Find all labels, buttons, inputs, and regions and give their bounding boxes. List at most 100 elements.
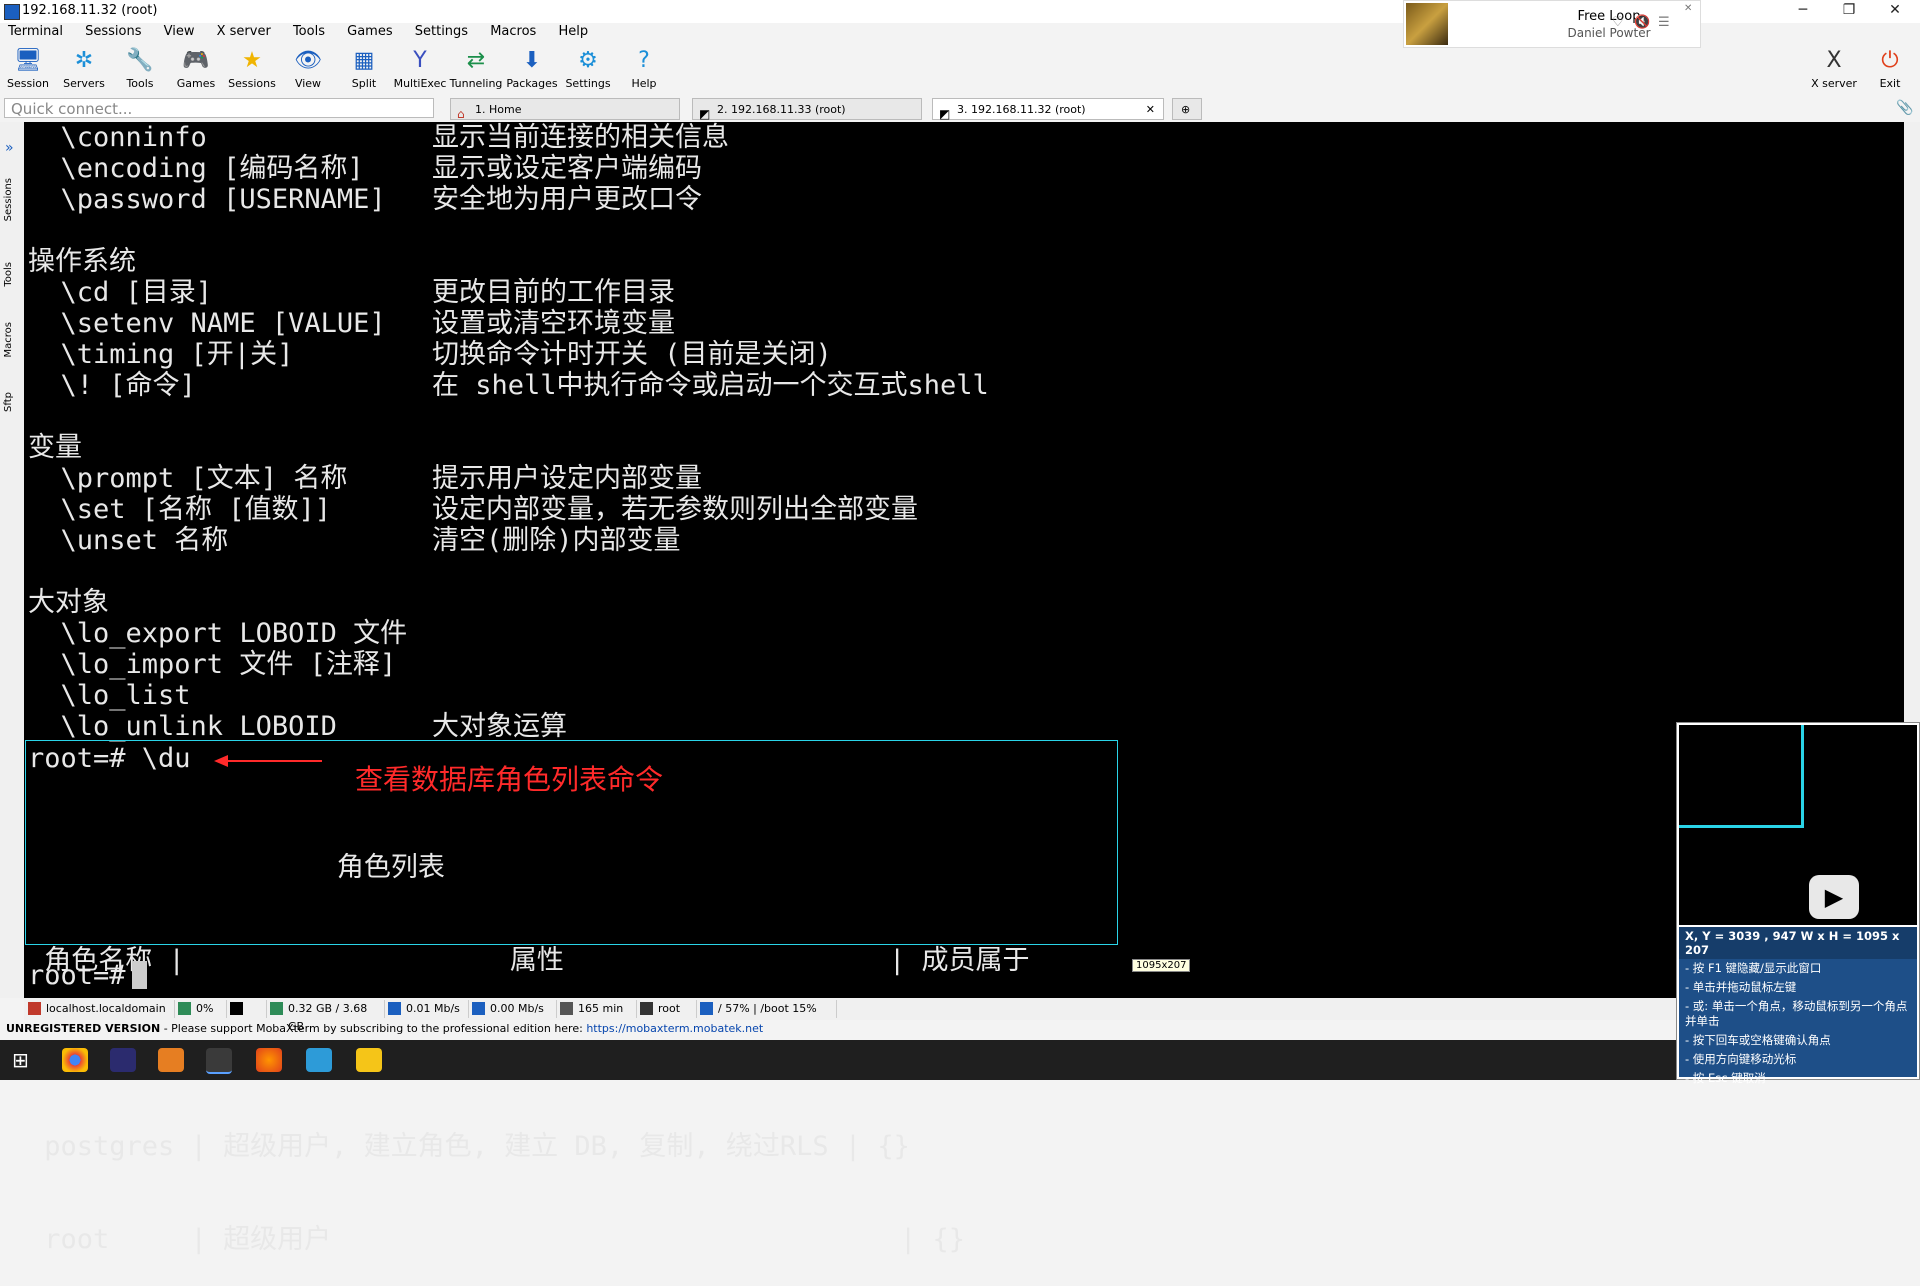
- terminal-line: 大对象: [28, 587, 1148, 618]
- status-text: 0.01 Mb/s: [406, 1002, 460, 1015]
- status-text: 165 min: [578, 1002, 624, 1015]
- menu-sessions[interactable]: Sessions: [85, 22, 141, 42]
- selection-size-tooltip: 1095x207: [1132, 959, 1191, 972]
- screenshot-tool-panel[interactable]: ▶ X, Y = 3039 , 947 W x H = 1095 x 207 -…: [1676, 722, 1920, 1085]
- side-tab-sessions[interactable]: Sessions: [3, 178, 14, 221]
- toolbar-servers-button[interactable]: ✲ Servers: [56, 43, 112, 90]
- menu-x-server[interactable]: X server: [217, 22, 271, 42]
- help-command: \lo_import 文件 [注释]: [28, 649, 397, 680]
- menu-macros[interactable]: Macros: [490, 22, 536, 42]
- status-bar: localhost.localdomain 0% 0.32 GB / 3.68 GB…: [24, 998, 1920, 1033]
- play-icon: ▶: [1809, 875, 1859, 919]
- close-window-button[interactable]: ✕: [1872, 0, 1918, 23]
- tip-line: - 使用方向键移动光标: [1685, 1052, 1797, 1066]
- windows-start-icon[interactable]: ⊞: [12, 1048, 38, 1072]
- toolbar-x-server-button[interactable]: X X server: [1806, 43, 1862, 90]
- app-icon-orange[interactable]: [158, 1048, 184, 1072]
- new-tab-button[interactable]: ⊕: [1172, 98, 1202, 120]
- help-command: \prompt [文本] 名称: [28, 463, 348, 494]
- intellij-icon[interactable]: [110, 1048, 136, 1072]
- toolbar-settings-button[interactable]: ⚙ Settings: [560, 43, 616, 90]
- music-widget[interactable]: Free Loop Daniel Powter ♡ 🔇 ☰ ✕: [1403, 0, 1701, 48]
- toolbar-tools-button[interactable]: 🔧 Tools: [112, 43, 168, 90]
- windows-taskbar: ⊞: [0, 1040, 1680, 1080]
- terminal-line: \unset 名称 清空(删除)内部变量: [28, 525, 1148, 556]
- attach-icon[interactable]: 📎: [1896, 100, 1913, 116]
- tunneling-icon: ⇄: [466, 48, 486, 73]
- menu-settings[interactable]: Settings: [415, 22, 468, 42]
- mobaxterm-taskbar-icon[interactable]: [206, 1048, 232, 1074]
- help-description: 更改目前的工作目录: [432, 277, 675, 308]
- toolbar: 🖥 Session ✲ Servers 🔧 Tools 🎮 Games ★ Sessions 👁 Vi…: [0, 43, 1920, 93]
- terminal-output: \conninfo 显示当前连接的相关信息 \encoding [编码名称] 显示或…: [28, 122, 1148, 742]
- heart-icon[interactable]: ♡: [1612, 15, 1624, 30]
- annotation-text: 查看数据库角色列表命令: [355, 763, 664, 796]
- tab-192-168-11-32[interactable]: ◩ 3. 192.168.11.32 (root) ✕: [932, 98, 1164, 121]
- shell-prompt[interactable]: root=#: [28, 960, 147, 991]
- song-artist: Daniel Powter: [1567, 26, 1651, 40]
- status-text: root: [658, 1002, 681, 1015]
- playlist-icon[interactable]: ☰: [1658, 15, 1670, 30]
- side-tab-macros[interactable]: Macros: [3, 322, 14, 357]
- host-icon: [28, 1002, 41, 1015]
- toolbar-packages-button[interactable]: ⬇ Packages: [504, 43, 560, 90]
- menu-tools[interactable]: Tools: [293, 22, 325, 42]
- xserver-icon: X: [1826, 48, 1842, 73]
- chrome-icon[interactable]: [62, 1048, 88, 1072]
- split-icon: ▦: [353, 48, 375, 73]
- toolbar-exit-button[interactable]: ⏻ Exit: [1862, 43, 1918, 90]
- menu-terminal[interactable]: Terminal: [8, 22, 63, 42]
- tab-192-168-11-33[interactable]: ◩ 2. 192.168.11.33 (root): [692, 98, 922, 121]
- tab-close-button[interactable]: ✕: [1146, 99, 1155, 121]
- toolbar-view-button[interactable]: 👁 View: [280, 43, 336, 90]
- minimize-button[interactable]: ─: [1780, 0, 1826, 23]
- session-icon: 🖥: [14, 48, 42, 73]
- terminal-line: \lo_export LOBOID 文件: [28, 618, 1148, 649]
- toolbar-label: MultiExec: [393, 77, 447, 90]
- side-tab-sftp[interactable]: Sftp: [3, 392, 14, 412]
- upload-icon: [388, 1002, 401, 1015]
- uptime-icon: [560, 1002, 573, 1015]
- restore-button[interactable]: ❐: [1826, 0, 1872, 23]
- mute-icon[interactable]: 🔇: [1634, 15, 1650, 30]
- expand-chevron-icon[interactable]: »: [5, 140, 14, 156]
- unregistered-label: UNREGISTERED VERSION: [6, 1022, 161, 1035]
- toolbar-split-button[interactable]: ▦ Split: [336, 43, 392, 90]
- close-icon[interactable]: ✕: [1684, 3, 1692, 14]
- terminal-line: 操作系统: [28, 246, 1148, 277]
- status-item: root: [636, 1000, 697, 1018]
- toolbar-help-button[interactable]: ? Help: [616, 43, 672, 90]
- toolbar-label: Settings: [565, 77, 611, 90]
- toolbar-label: Session: [7, 77, 49, 90]
- menu-help[interactable]: Help: [558, 22, 588, 42]
- side-tab-tools[interactable]: Tools: [3, 262, 14, 287]
- toolbar-tunneling-button[interactable]: ⇄ Tunneling: [448, 43, 504, 90]
- mobaxterm-app-icon: [4, 4, 20, 20]
- tip-line: - 或: 单击一个角点，移动鼠标到另一个角点并单击: [1685, 999, 1908, 1028]
- toolbar-session-button[interactable]: 🖥 Session: [0, 43, 56, 90]
- app-icon-yellow[interactable]: [356, 1048, 382, 1072]
- toolbar-sessions-button[interactable]: ★ Sessions: [224, 43, 280, 90]
- tab-home[interactable]: ⌂ 1. Home: [450, 98, 680, 121]
- toolbar-games-button[interactable]: 🎮 Games: [168, 43, 224, 90]
- du-command-line: root=# \du: [28, 743, 191, 774]
- toolbar-label: Exit: [1879, 77, 1901, 90]
- help-command: \unset 名称: [28, 525, 229, 556]
- status-item: 0%: [174, 1000, 227, 1018]
- help-command: \lo_list: [28, 680, 191, 711]
- toolbar-multiexec-button[interactable]: Y MultiExec: [392, 43, 448, 90]
- cloud-app-icon[interactable]: [306, 1048, 332, 1072]
- annotation-arrow: [214, 755, 322, 767]
- menu-games[interactable]: Games: [347, 22, 392, 42]
- window-title: 192.168.11.32 (root): [22, 3, 158, 18]
- mobatek-link[interactable]: https://mobaxterm.mobatek.net: [586, 1022, 763, 1035]
- menu-view[interactable]: View: [164, 22, 195, 42]
- tip-line: - 单击并拖动鼠标左键: [1685, 980, 1797, 994]
- user-icon: [640, 1002, 653, 1015]
- quick-connect-input[interactable]: Quick connect...: [4, 98, 434, 118]
- help-command: \setenv NAME [VALUE]: [28, 308, 386, 339]
- firefox-icon[interactable]: [256, 1048, 282, 1072]
- disk-icon: [700, 1002, 713, 1015]
